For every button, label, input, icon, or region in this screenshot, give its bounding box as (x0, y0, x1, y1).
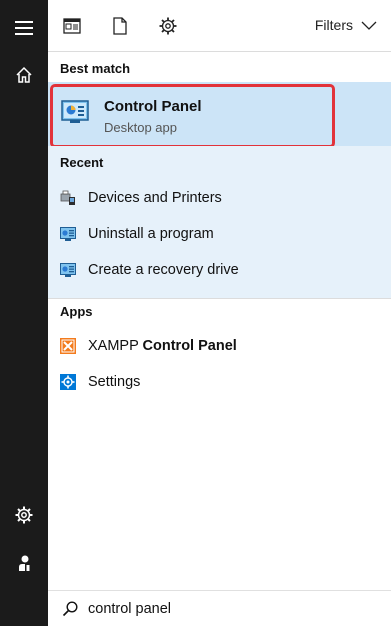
search-results: Best match Control Panel Desktop app Rec… (48, 52, 391, 598)
control-panel-small-icon (60, 262, 76, 278)
settings-filter-button[interactable] (156, 14, 180, 38)
search-icon (62, 600, 78, 617)
section-divider (48, 298, 391, 299)
devices-printers-icon (60, 190, 76, 206)
recent-section: Recent Devices and Printers Uninstall a … (48, 146, 391, 298)
best-match-item[interactable]: Control Panel Desktop app (48, 82, 391, 148)
app-item-settings[interactable]: Settings (48, 364, 391, 400)
xampp-icon (60, 338, 76, 354)
recent-heading: Recent (60, 155, 104, 170)
recent-item-label: Devices and Printers (88, 190, 222, 206)
settings-gear-icon (15, 506, 33, 524)
settings-app-icon (60, 374, 76, 390)
user-account-button[interactable] (0, 539, 48, 587)
recent-item-devices-and-printers[interactable]: Devices and Printers (48, 180, 391, 216)
search-box[interactable]: control panel (48, 590, 391, 626)
settings-rail-button[interactable] (0, 491, 48, 539)
hamburger-menu-icon (15, 21, 33, 35)
app-item-xampp-control-panel[interactable]: XAMPP Control Panel (48, 328, 391, 364)
documents-icon (113, 17, 127, 35)
chevron-down-icon (361, 21, 377, 30)
filters-dropdown[interactable]: Filters (315, 17, 377, 33)
settings-icon (159, 17, 177, 35)
hamburger-menu-button[interactable] (0, 4, 48, 52)
recent-item-create-a-recovery-drive[interactable]: Create a recovery drive (48, 252, 391, 288)
highlight-box (50, 84, 335, 148)
home-icon (16, 66, 32, 83)
documents-filter-button[interactable] (108, 14, 132, 38)
recent-item-label: Uninstall a program (88, 226, 214, 242)
search-input[interactable]: control panel (88, 601, 171, 617)
control-panel-small-icon (60, 226, 76, 242)
home-button[interactable] (0, 51, 48, 99)
best-match-subtitle: Desktop app (104, 120, 177, 135)
filters-label: Filters (314, 17, 353, 33)
recent-item-label: Create a recovery drive (88, 262, 239, 278)
apps-view-icon (63, 18, 81, 34)
search-results-panel: Filters Best match Control Panel Desktop… (48, 0, 391, 626)
user-account-icon (19, 555, 30, 571)
app-item-label: XAMPP Control Panel (88, 338, 237, 354)
search-toolbar: Filters (48, 0, 391, 52)
start-left-rail (0, 0, 48, 626)
apps-filter-button[interactable] (60, 14, 84, 38)
best-match-title: Control Panel (104, 98, 202, 115)
control-panel-icon (61, 100, 89, 129)
best-match-heading: Best match (60, 61, 131, 76)
recent-item-uninstall-a-program[interactable]: Uninstall a program (48, 216, 391, 252)
app-item-label: Settings (88, 374, 141, 390)
apps-heading: Apps (60, 304, 93, 319)
